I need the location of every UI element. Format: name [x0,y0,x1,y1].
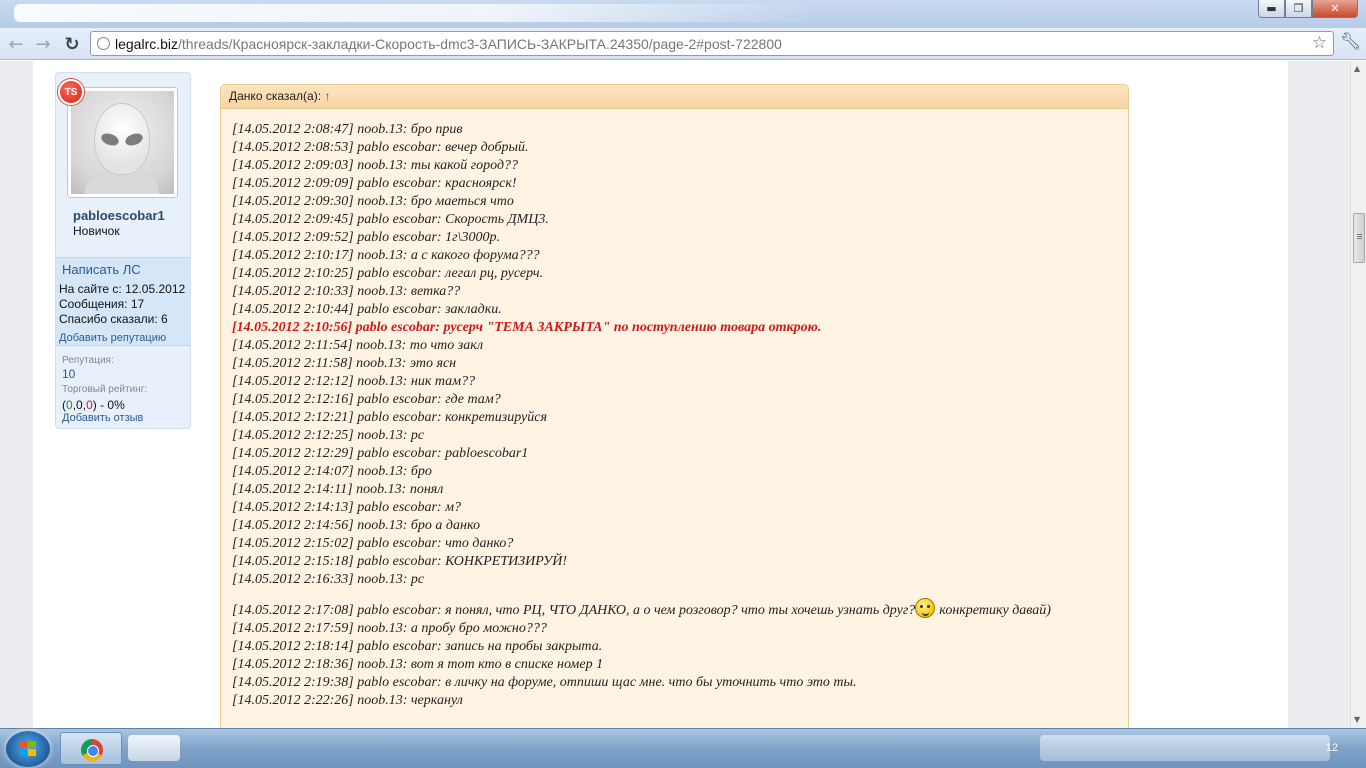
chat-line: [14.05.2012 2:10:33] noob.13: ветка?? [232,284,461,299]
maximize-button[interactable]: ❐ [1285,0,1312,18]
chat-line: [14.05.2012 2:15:18] pablo escobar: КОНК… [232,554,568,569]
chat-line-highlighted: [14.05.2012 2:10:56] pablo escobar: русе… [232,320,822,335]
chat-line: [14.05.2012 2:10:44] pablo escobar: закл… [232,302,502,317]
scroll-down-icon[interactable]: ▼ [1354,715,1360,724]
send-pm-link[interactable]: Написать ЛС [62,262,141,277]
add-review-link[interactable]: Добавить отзыв [62,412,143,424]
back-arrow-icon: ← [8,33,24,55]
obscured-taskbar-item [128,735,180,761]
reputation-label: Репутация: [62,355,114,366]
smiley-icon [915,598,936,618]
star-icon[interactable]: ☆ [1312,33,1327,53]
chat-line: [14.05.2012 2:09:30] noob.13: бро маетьс… [232,194,514,209]
username-link[interactable]: pabloescobar1 [73,208,165,223]
trade-rating-value: (0,0,0) - 0% [62,398,125,412]
quote-header: Данко сказал(а): ↑ [221,85,1128,109]
chat-line: [14.05.2012 2:12:12] noob.13: ник там?? [232,374,476,389]
quote-author: Данко сказал(а): [229,89,322,103]
stat-joined: На сайте с: 12.05.2012 [59,282,186,296]
chat-line: [14.05.2012 2:11:58] noob.13: это ясн [232,356,457,371]
minimize-button[interactable]: ▬ [1258,0,1285,18]
chat-line: [14.05.2012 2:18:14] pablo escobar: запи… [232,639,603,654]
topic-starter-badge: TS [58,79,84,105]
tray-clock[interactable]: 12 [1326,742,1338,754]
chat-line: [14.05.2012 2:08:47] noob.13: бро прив [232,122,463,137]
chat-line: [14.05.2012 2:14:11] noob.13: понял [232,482,444,497]
start-button[interactable] [6,731,50,767]
chat-line: [14.05.2012 2:19:38] pablo escobar: в ли… [232,675,857,690]
globe-icon [97,37,110,50]
chat-line: [14.05.2012 2:15:02] pablo escobar: что … [232,536,514,551]
chat-line: [14.05.2012 2:10:17] noob.13: а с какого… [232,248,540,263]
chat-line: [14.05.2012 2:09:52] pablo escobar: 1г\3… [232,230,500,245]
chat-line: [14.05.2012 2:09:03] noob.13: ты какой г… [232,158,519,173]
chat-line: [14.05.2012 2:11:54] noob.13: то что зак… [232,338,484,353]
user-title: Новичок [73,224,120,238]
taskbar: 12 [0,728,1366,768]
reload-button[interactable]: ↻ [60,32,84,56]
chat-line: [14.05.2012 2:12:25] noob.13: рс [232,428,425,443]
trade-rating-label: Торговый рейтинг: [62,384,148,395]
wrench-icon[interactable]: 🔧︎ [1340,32,1362,52]
taskbar-chrome-button[interactable] [60,732,122,765]
address-bar[interactable]: legalrc.biz/threads/Красноярск-закладки-… [90,31,1334,56]
window-title-bar: ▬ ❐ ✕ [0,0,1366,28]
chat-line: [14.05.2012 2:14:07] noob.13: бро [232,464,432,479]
chat-line: [14.05.2012 2:09:09] pablo escobar: крас… [232,176,517,191]
user-stats-block: Написать ЛС На сайте с: 12.05.2012 Сообщ… [56,257,190,346]
quote-block: Данко сказал(а): ↑ [14.05.2012 2:08:47] … [220,84,1129,744]
chat-line: [14.05.2012 2:12:29] pablo escobar: pabl… [232,446,529,461]
obscured-tab-strip [14,4,814,22]
obscured-tray-area [1040,735,1330,761]
stat-thanks: Спасибо сказали: 6 [59,312,168,326]
chat-line: [14.05.2012 2:12:21] pablo escobar: конк… [232,410,547,425]
chat-line: [14.05.2012 2:22:26] noob.13: черканул [232,693,463,708]
chat-line: [14.05.2012 2:17:59] noob.13: а пробу бр… [232,621,547,636]
forward-arrow-icon: → [35,33,51,55]
browser-toolbar: ← → ↻ legalrc.biz/threads/Красноярск-зак… [0,28,1366,60]
url-host: legalrc.biz [115,35,179,52]
chat-line: [14.05.2012 2:14:56] noob.13: бро а данк… [232,518,480,533]
chat-log: [14.05.2012 2:08:47] noob.13: бро прив [… [232,121,1112,710]
chrome-icon [81,739,103,761]
reload-icon: ↻ [64,33,80,55]
reputation-value[interactable]: 10 [62,367,75,381]
chat-line: [14.05.2012 2:12:16] pablo escobar: где … [232,392,501,407]
chat-line: [14.05.2012 2:14:13] pablo escobar: м? [232,500,462,515]
chat-line: [14.05.2012 2:10:25] pablo escobar: лега… [232,266,544,281]
chat-line-long: [14.05.2012 2:17:08] pablo escobar: я по… [232,598,1112,620]
chat-line: [14.05.2012 2:18:36] noob.13: вот я тот … [232,657,604,672]
close-button[interactable]: ✕ [1312,0,1358,18]
avatar[interactable] [67,87,178,198]
url-path: /threads/Красноярск-закладки-Скорость-dm… [178,35,782,52]
back-button[interactable]: ← [4,32,28,56]
scroll-thumb[interactable] [1353,213,1365,263]
chat-line: [14.05.2012 2:09:45] pablo escobar: Скор… [232,212,549,227]
window-controls: ▬ ❐ ✕ [1258,0,1358,18]
forward-button[interactable]: → [31,32,55,56]
user-info-panel: TS pabloescobar1 Новичок Написать ЛС На … [55,72,191,429]
stat-messages: Сообщения: 17 [59,297,145,311]
quote-jump-link[interactable]: ↑ [324,89,330,103]
windows-logo-icon [19,741,37,757]
chat-line: [14.05.2012 2:16:33] noob.13: рс [232,572,425,587]
vertical-scrollbar[interactable]: ▲ ▼ [1350,61,1366,728]
chat-line: [14.05.2012 2:08:53] pablo escobar: вече… [232,140,529,155]
add-reputation-link[interactable]: Добавить репутацию [59,332,166,344]
scroll-up-icon[interactable]: ▲ [1354,64,1360,73]
